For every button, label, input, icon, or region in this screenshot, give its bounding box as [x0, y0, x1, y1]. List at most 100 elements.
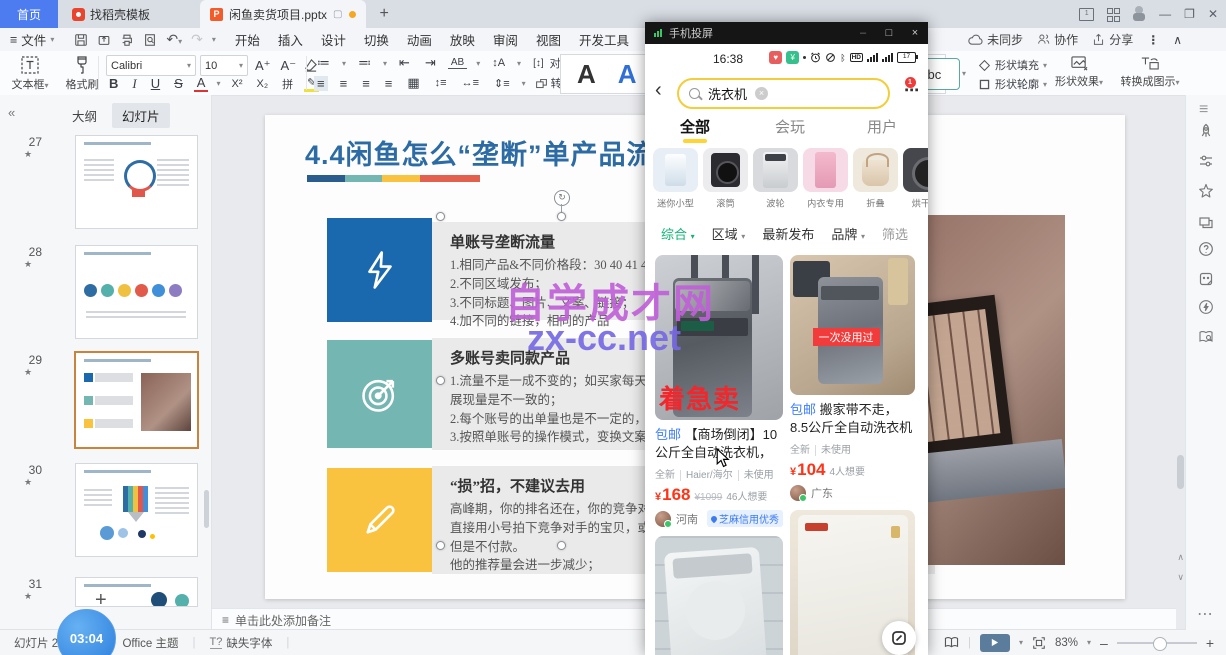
toolbar-more-icon[interactable]: ▾ — [212, 35, 216, 44]
quick-actions-flash-icon[interactable] — [1198, 299, 1214, 315]
share-button[interactable]: 分享 — [1092, 31, 1133, 48]
fit-slide-icon[interactable] — [1032, 636, 1046, 650]
shape-effects-button[interactable]: 形状效果▾ — [1048, 53, 1110, 89]
sync-status-button[interactable]: 未同步 — [968, 31, 1023, 48]
product-card-1[interactable]: 着急卖 包邮 【商场倒闭】10公斤全自动洗衣机，送货上 全新Haier/海尔未使… — [655, 255, 783, 527]
phone-maximize-button[interactable]: □ — [876, 27, 902, 39]
canvas-scrollbar[interactable] — [1177, 455, 1184, 489]
block3-icon-square[interactable] — [327, 468, 432, 572]
text-direction-icon[interactable]: AB — [448, 57, 467, 69]
underline-icon[interactable]: U — [148, 76, 163, 91]
category-pulsator[interactable]: 波轮 — [753, 148, 798, 212]
rail-more-icon[interactable]: ⋯ — [1197, 604, 1214, 624]
decrease-font-icon[interactable]: A⁻ — [278, 58, 300, 74]
bullet-list-icon[interactable]: ≔ — [314, 55, 333, 71]
menu-slideshow[interactable]: 放映 — [441, 30, 484, 49]
style-preset-blue[interactable]: A — [618, 59, 637, 90]
rocket-efficiency-icon[interactable] — [1198, 123, 1214, 139]
add-slide-button[interactable]: + — [95, 589, 107, 612]
decrease-indent-icon[interactable]: ⇤ — [396, 55, 413, 71]
assistant-mascot-icon[interactable] — [1132, 6, 1146, 22]
tab-document[interactable]: P 闲鱼卖货项目.pptx ▢ — [200, 0, 365, 28]
tab-all[interactable]: 全部 — [680, 116, 710, 137]
shape-style-more-icon[interactable]: ▾ — [962, 69, 966, 78]
superscript-icon[interactable]: X² — [228, 78, 245, 90]
file-menu-button[interactable]: ≡ 文件 ▾ — [0, 30, 64, 49]
resize-handle[interactable] — [557, 541, 566, 550]
menu-insert[interactable]: 插入 — [269, 30, 312, 49]
shape-fill-button[interactable]: 形状填充▾ — [978, 57, 1047, 73]
reading-view-icon[interactable] — [944, 636, 959, 649]
zoom-percentage[interactable]: 83% — [1055, 637, 1078, 649]
numbered-list-icon[interactable]: ≕ — [355, 55, 374, 71]
multi-window-icon[interactable] — [1198, 214, 1214, 230]
collapse-ribbon-icon[interactable]: ∧ — [1173, 33, 1182, 47]
scroll-up-icon[interactable]: ∧ — [1177, 552, 1184, 563]
paragraph-spacing-icon[interactable]: ↔≡ — [459, 77, 482, 89]
export-icon[interactable] — [97, 33, 111, 47]
convert-diagram-button[interactable]: 转换成图示▾ — [1116, 53, 1184, 89]
menu-review[interactable]: 审阅 — [484, 30, 527, 49]
new-tab-button[interactable]: + — [380, 5, 389, 23]
resize-handle[interactable] — [557, 212, 566, 221]
align-left-icon[interactable]: ≡ — [314, 76, 328, 91]
seller-avatar[interactable] — [655, 511, 671, 527]
more-options-icon[interactable]: ⋮ — [1147, 33, 1159, 47]
rail-drag-handle[interactable]: ≡ — [1199, 101, 1208, 119]
tab-huiwan[interactable]: 会玩 — [775, 116, 805, 137]
close-button[interactable]: ✕ — [1208, 7, 1218, 21]
font-family-select[interactable]: Calibri▾ — [106, 55, 196, 76]
dictionary-search-icon[interactable] — [1198, 329, 1214, 345]
filter-region[interactable]: 区域 ▾ — [712, 224, 746, 243]
back-icon[interactable]: ‹ — [655, 79, 662, 102]
scroll-down-icon[interactable]: ∨ — [1177, 572, 1184, 583]
slide-thumbnail-31[interactable] — [75, 577, 198, 607]
slide-title[interactable]: 4.4闲鱼怎么“垄断”单产品流量 — [305, 133, 683, 172]
slide-thumbnail-30[interactable] — [75, 463, 198, 557]
settings-sliders-icon[interactable] — [1198, 153, 1214, 169]
align-center-icon[interactable]: ≡ — [337, 76, 351, 91]
phonetic-guide-icon[interactable]: 拼 — [279, 76, 296, 92]
category-mini[interactable]: 迷你小型 — [653, 148, 698, 212]
product-card-3[interactable] — [655, 536, 783, 655]
font-color-icon[interactable]: A — [194, 75, 209, 92]
slide-thumbnail-29-selected[interactable] — [74, 351, 199, 449]
italic-icon[interactable]: I — [129, 76, 139, 92]
maximize-button[interactable]: ❐ — [1184, 7, 1195, 21]
category-dryer[interactable]: 烘干机 — [903, 148, 928, 212]
menu-animation[interactable]: 动画 — [398, 30, 441, 49]
justify-icon[interactable]: ≡ — [382, 76, 396, 91]
zoom-slider-handle[interactable] — [1153, 637, 1167, 651]
bold-icon[interactable]: B — [106, 76, 121, 91]
menu-devtools[interactable]: 开发工具 — [570, 30, 638, 49]
insert-textbox-button[interactable]: 文本框▾ — [4, 53, 56, 92]
layout-view-icon[interactable]: 1 — [1079, 8, 1094, 21]
filter-brand[interactable]: 品牌 ▾ — [831, 224, 865, 243]
rotate-handle[interactable]: ↻ — [554, 190, 570, 206]
chat-float-button[interactable] — [882, 621, 916, 655]
play-slideshow-button[interactable] — [980, 634, 1010, 652]
menu-view[interactable]: 视图 — [527, 30, 570, 49]
smart-features-star-icon[interactable] — [1198, 183, 1214, 199]
strikethrough-icon[interactable]: S — [171, 76, 186, 91]
clear-search-icon[interactable]: × — [755, 87, 768, 100]
help-icon[interactable] — [1198, 241, 1214, 257]
zoom-options-icon[interactable]: ▾ — [1087, 638, 1091, 647]
phone-minimize-button[interactable]: – — [850, 27, 876, 39]
block2-icon-square[interactable] — [327, 340, 432, 448]
filter-newest[interactable]: 最新发布 — [762, 224, 814, 243]
print-preview-icon[interactable] — [143, 33, 157, 47]
collaborate-button[interactable]: 协作 — [1037, 31, 1078, 48]
shape-outline-button[interactable]: 形状轮廓▾ — [978, 76, 1047, 92]
redo-icon[interactable]: ↷ — [191, 31, 203, 48]
resize-handle[interactable] — [436, 541, 445, 550]
tab-slides[interactable]: 幻灯片 — [112, 103, 170, 128]
sort-text-icon[interactable]: ↕A — [489, 57, 508, 69]
filter-comprehensive[interactable]: 综合 ▾ — [661, 224, 695, 243]
category-underwear[interactable]: 内衣专用 — [803, 148, 848, 212]
missing-font-button[interactable]: T? 缺失字体 — [210, 635, 273, 651]
category-drum[interactable]: 滚筒 — [703, 148, 748, 212]
zoom-out-button[interactable]: – — [1100, 635, 1108, 651]
tab-users[interactable]: 用户 — [867, 116, 897, 137]
filter-filter[interactable]: 筛选 — [882, 224, 908, 243]
